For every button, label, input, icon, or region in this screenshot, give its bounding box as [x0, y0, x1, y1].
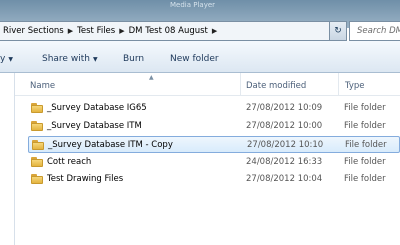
- breadcrumb-separator-icon[interactable]: ▶: [211, 27, 218, 35]
- breadcrumb-separator-icon[interactable]: ▶: [67, 27, 74, 35]
- column-name[interactable]: Name: [30, 81, 55, 91]
- file-date-modified: 27/08/2012 10:04: [246, 174, 323, 184]
- file-row[interactable]: _Survey Database IG65 27/08/2012 10:09 Fil…: [28, 100, 400, 117]
- folder-icon: [31, 157, 43, 167]
- folder-icon: [31, 103, 43, 113]
- file-row[interactable]: Test Drawing Files 27/08/2012 10:04 File f…: [28, 171, 400, 188]
- file-type: File folder: [344, 121, 386, 131]
- file-type: File folder: [344, 157, 386, 167]
- folder-icon: [32, 140, 44, 150]
- file-name[interactable]: _Survey Database ITM - Copy: [48, 140, 173, 150]
- refresh-button[interactable]: ↻: [329, 21, 347, 41]
- column-divider[interactable]: [240, 73, 241, 96]
- breadcrumb-separator-icon[interactable]: ▶: [118, 27, 125, 35]
- file-date-modified: 27/08/2012 10:00: [246, 121, 323, 131]
- burn-button[interactable]: Burn: [123, 54, 144, 64]
- column-date-modified[interactable]: Date modified: [246, 81, 306, 91]
- file-date-modified: 24/08/2012 16:33: [246, 157, 323, 167]
- sort-ascending-icon: ▲: [149, 74, 154, 81]
- folder-icon: [31, 121, 43, 131]
- file-row[interactable]: _Survey Database ITM - Copy 27/08/2012 10…: [28, 136, 400, 153]
- column-divider[interactable]: [338, 73, 339, 96]
- file-type: File folder: [345, 140, 387, 150]
- breadcrumb-river-sections[interactable]: River Sections: [0, 26, 67, 36]
- file-row[interactable]: Cott reach 24/08/2012 16:33 File folder: [28, 154, 400, 171]
- file-type: File folder: [344, 174, 386, 184]
- file-name[interactable]: _Survey Database ITM: [47, 121, 142, 131]
- organize-button[interactable]: y ▼: [0, 54, 13, 64]
- share-with-label: Share with: [42, 54, 90, 64]
- refresh-icon: ↻: [334, 26, 342, 36]
- window-title: Media Player: [170, 1, 216, 9]
- breadcrumb-dm-test[interactable]: DM Test 08 August: [126, 26, 211, 36]
- search-input[interactable]: Search DM: [349, 21, 400, 41]
- breadcrumb-test-files[interactable]: Test Files: [74, 26, 118, 36]
- file-date-modified: 27/08/2012 10:10: [247, 140, 324, 150]
- file-date-modified: 27/08/2012 10:09: [246, 103, 323, 113]
- file-type: File folder: [344, 103, 386, 113]
- column-type[interactable]: Type: [345, 81, 365, 91]
- organize-label: y: [0, 54, 6, 64]
- folder-icon: [31, 174, 43, 184]
- address-bar[interactable]: River Sections ▶ Test Files ▶ DM Test 08…: [0, 21, 341, 41]
- file-name[interactable]: _Survey Database IG65: [47, 103, 147, 113]
- navigation-pane[interactable]: [0, 73, 15, 245]
- chevron-down-icon: ▼: [92, 56, 98, 63]
- command-bar: y ▼ Share with ▼ Burn New folder: [0, 41, 400, 73]
- file-name[interactable]: Cott reach: [47, 157, 91, 167]
- column-header: ▲ Name Date modified Type: [15, 73, 400, 96]
- chevron-down-icon: ▼: [8, 56, 13, 63]
- file-row[interactable]: _Survey Database ITM 27/08/2012 10:00 File…: [28, 118, 400, 135]
- file-name[interactable]: Test Drawing Files: [47, 174, 123, 184]
- search-placeholder: Search DM: [357, 26, 400, 36]
- new-folder-button[interactable]: New folder: [170, 54, 219, 64]
- share-with-button[interactable]: Share with ▼: [42, 54, 98, 64]
